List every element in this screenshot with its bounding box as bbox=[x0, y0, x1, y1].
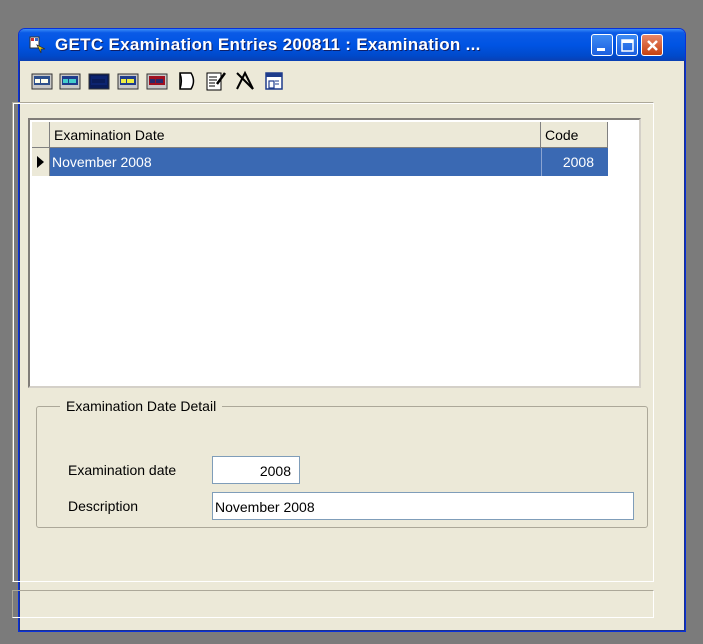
next-record-button[interactable] bbox=[115, 68, 141, 94]
current-record-button[interactable] bbox=[86, 68, 112, 94]
edit-record-icon bbox=[206, 72, 227, 91]
close-button[interactable] bbox=[641, 34, 663, 56]
column-header-code[interactable]: Code bbox=[541, 122, 608, 148]
next-record-icon bbox=[117, 73, 139, 90]
app-icon bbox=[29, 36, 46, 54]
current-row-arrow-icon bbox=[37, 156, 44, 168]
maximize-icon bbox=[621, 39, 634, 52]
delete-record-button[interactable] bbox=[232, 68, 258, 94]
current-record-icon bbox=[88, 73, 110, 90]
description-label: Description bbox=[68, 498, 139, 514]
toolbar bbox=[25, 65, 675, 99]
save-record-button[interactable] bbox=[261, 68, 287, 94]
previous-record-button[interactable] bbox=[57, 68, 83, 94]
close-icon bbox=[647, 40, 658, 51]
first-record-button[interactable] bbox=[29, 68, 55, 94]
save-record-icon bbox=[265, 72, 283, 90]
delete-record-icon bbox=[236, 70, 254, 90]
cell-exam-date[interactable]: November 2008 bbox=[50, 148, 541, 176]
exam-date-field[interactable]: 2008 bbox=[212, 456, 300, 484]
grid-corner-header bbox=[32, 122, 50, 148]
window-title: GETC Examination Entries 200811 : Examin… bbox=[55, 35, 481, 54]
description-field[interactable]: November 2008 bbox=[212, 492, 634, 520]
last-record-button[interactable] bbox=[144, 68, 170, 94]
column-header-exam-date[interactable]: Examination Date bbox=[50, 122, 541, 148]
previous-record-icon bbox=[59, 73, 81, 90]
first-record-icon bbox=[31, 73, 53, 90]
row-indicator bbox=[32, 148, 50, 176]
exam-date-label: Examination date bbox=[68, 462, 177, 478]
last-record-icon bbox=[146, 73, 168, 90]
minimize-button[interactable] bbox=[591, 34, 613, 56]
new-record-button[interactable] bbox=[174, 68, 200, 94]
edit-record-button[interactable] bbox=[203, 68, 229, 94]
title-bar[interactable]: GETC Examination Entries 200811 : Examin… bbox=[19, 29, 685, 61]
group-title: Examination Date Detail bbox=[60, 398, 223, 414]
status-bar bbox=[12, 590, 654, 618]
minimize-icon bbox=[597, 48, 605, 51]
exam-date-grid[interactable]: Examination Date Code November 2008 2008 bbox=[28, 118, 641, 388]
cell-code[interactable]: 2008 bbox=[541, 148, 608, 176]
new-record-icon bbox=[179, 72, 195, 90]
maximize-button[interactable] bbox=[616, 34, 638, 56]
table-row[interactable]: November 2008 2008 bbox=[32, 148, 608, 176]
